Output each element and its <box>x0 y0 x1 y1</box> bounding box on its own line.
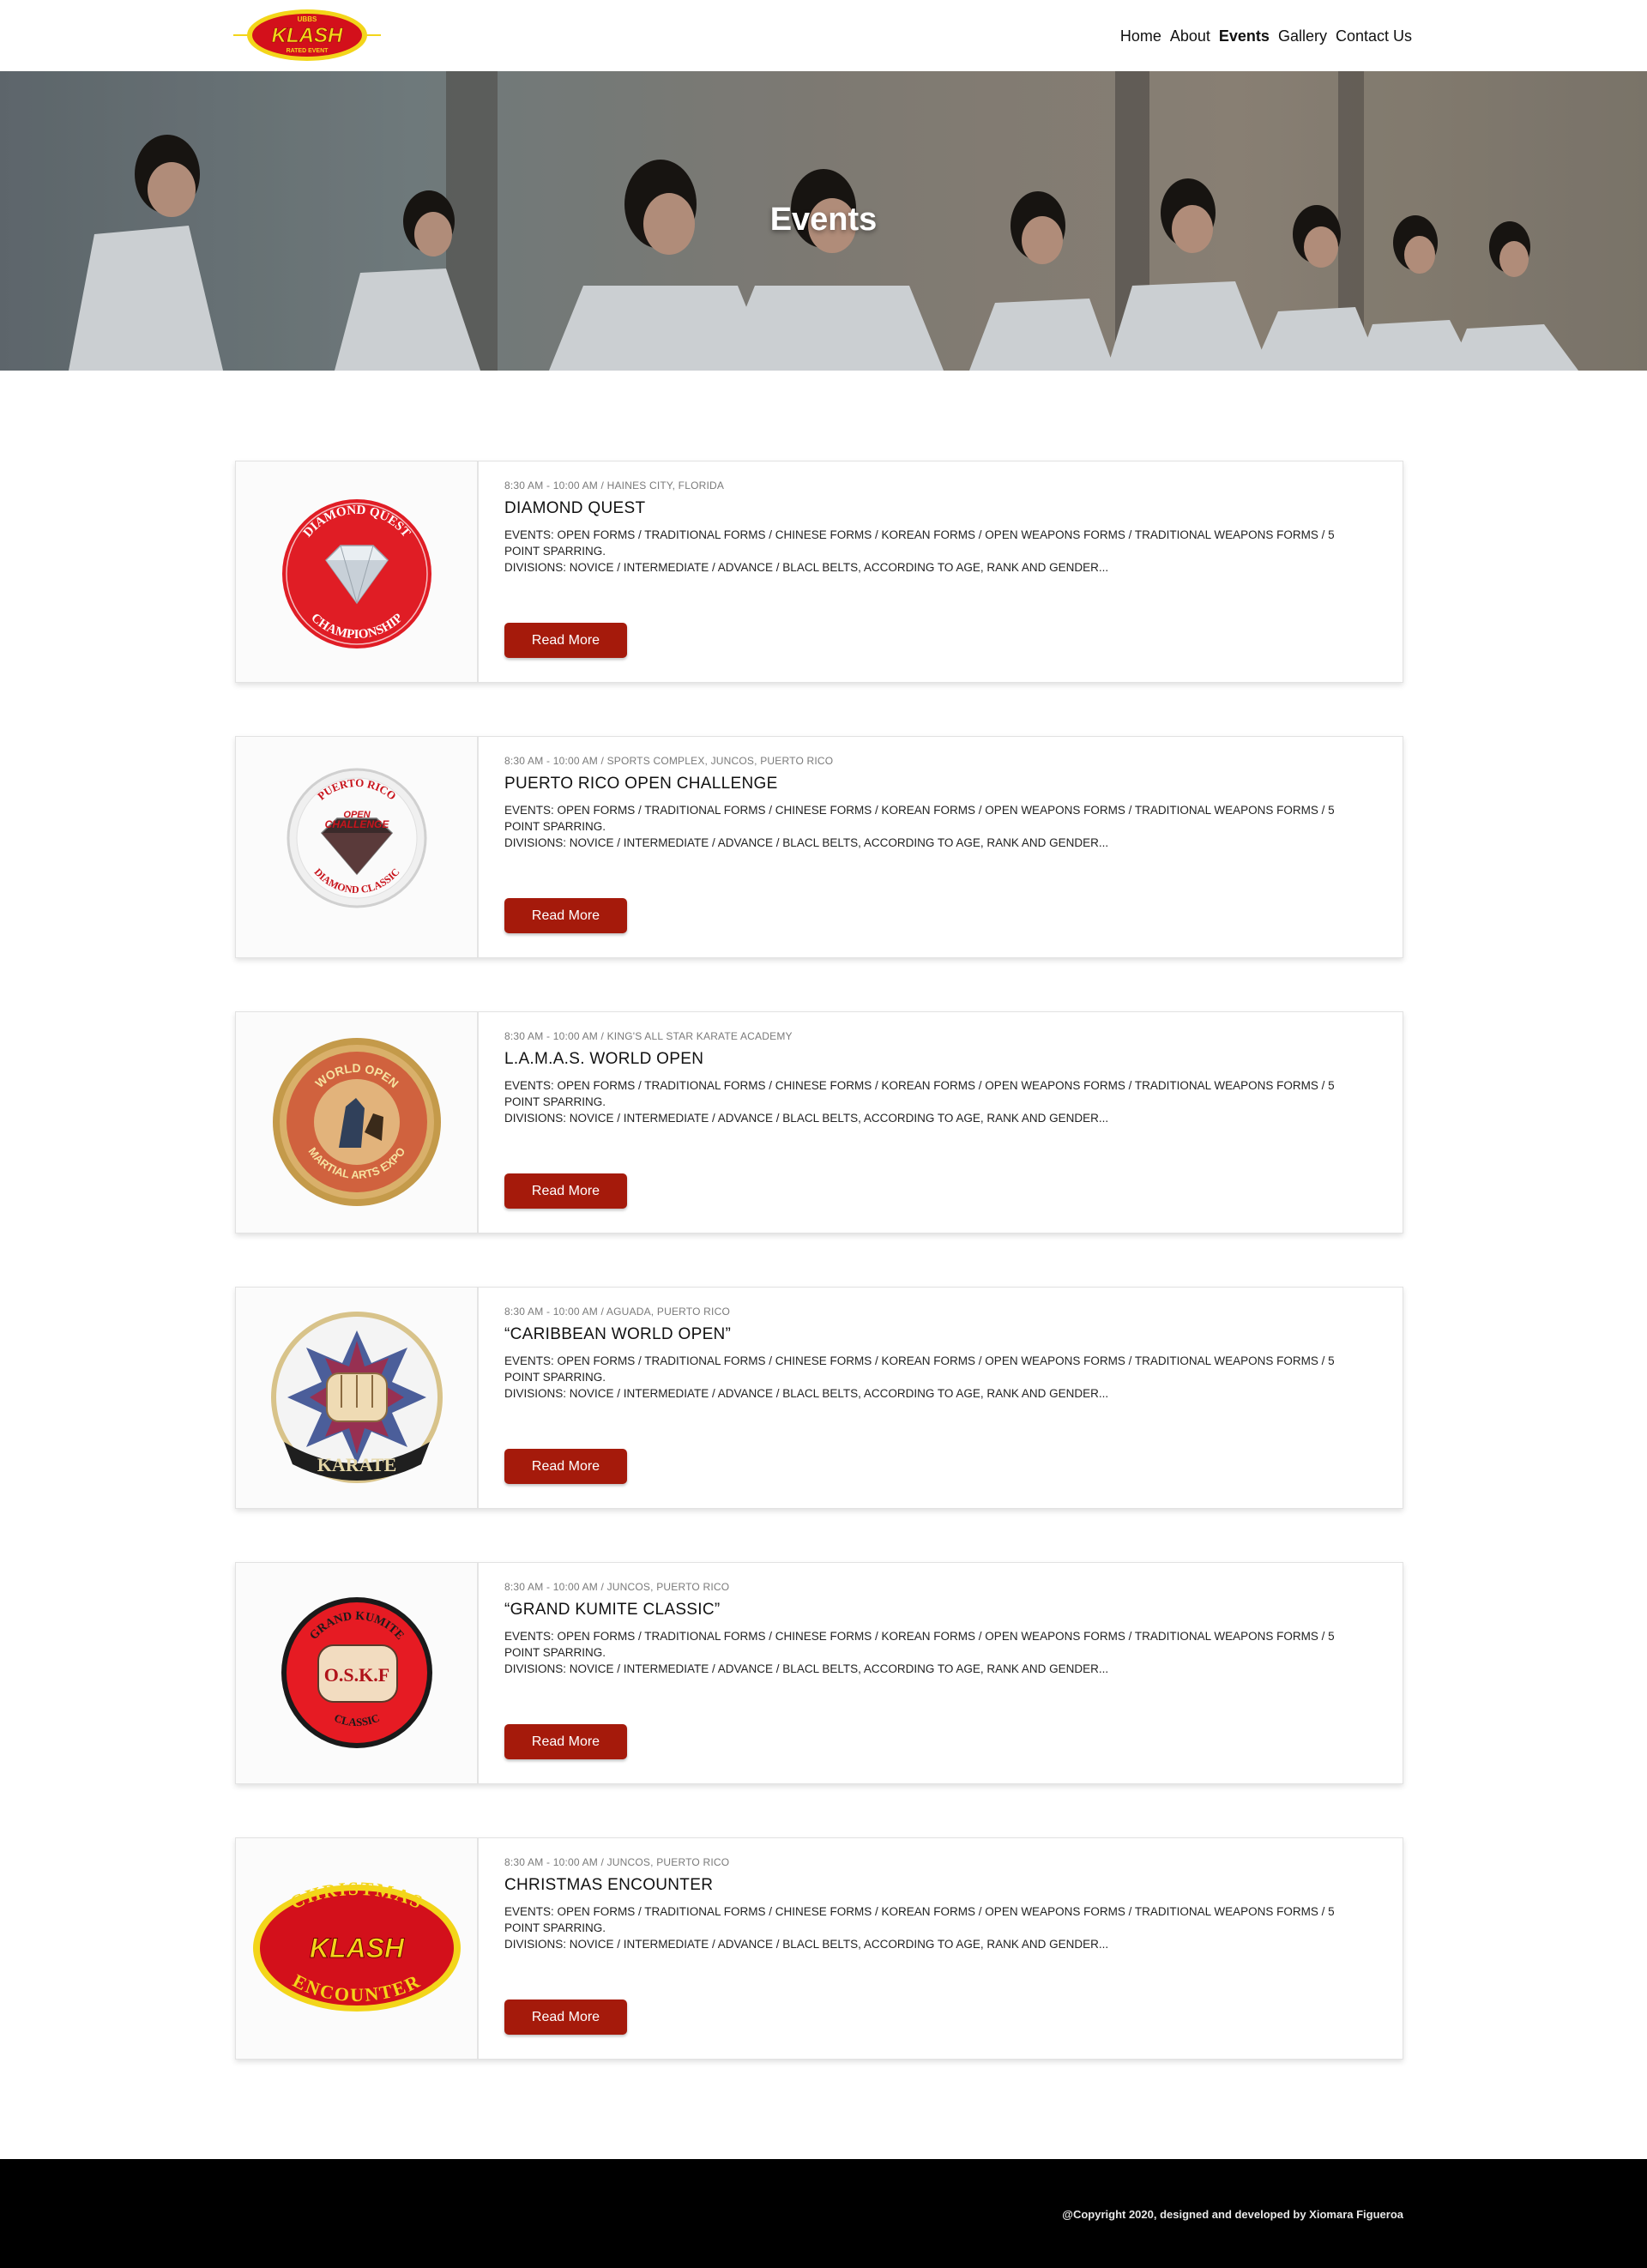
event-description: EVENTS: OPEN FORMS / TRADITIONAL FORMS /… <box>504 802 1371 851</box>
event-divisions-line: DIVISIONS: NOVICE / INTERMEDIATE / ADVAN… <box>504 1112 1109 1125</box>
read-more-button[interactable]: Read More <box>504 1173 627 1209</box>
site-footer: @Copyright 2020, designed and developed … <box>0 2159 1647 2268</box>
page-title: Events <box>769 202 878 238</box>
event-divisions-line: DIVISIONS: NOVICE / INTERMEDIATE / ADVAN… <box>504 1938 1109 1951</box>
event-divisions-line: DIVISIONS: NOVICE / INTERMEDIATE / ADVAN… <box>504 1662 1109 1675</box>
event-card: KARATE 8:30 AM - 10:00 AM / AGUADA, PUER… <box>235 1287 1403 1509</box>
read-more-button[interactable]: Read More <box>504 1724 627 1759</box>
event-title[interactable]: L.A.M.A.S. WORLD OPEN <box>504 1049 1371 1070</box>
logo-main-text: KLASH <box>272 24 343 47</box>
event-image[interactable]: PUERTO RICO OPEN CHALLENGE DIAMOND CLASS… <box>236 737 479 957</box>
event-meta: 8:30 AM - 10:00 AM / AGUADA, PUERTO RICO <box>504 1306 730 1318</box>
logo-bottom-text: RATED EVENT <box>287 48 329 54</box>
event-meta: 8:30 AM - 10:00 AM / KING'S ALL STAR KAR… <box>504 1030 793 1042</box>
logo-top-text: UBBS <box>298 15 317 23</box>
badge-bottom-text: KARATE <box>317 1454 397 1475</box>
event-image[interactable]: WORLD OPEN MARTIAL ARTS EXPO <box>236 1012 479 1233</box>
event-details: 8:30 AM - 10:00 AM / JUNCOS, PUERTO RICO… <box>504 1855 1371 1952</box>
christmas-encounter-logo: CHRISTMAS KLASH ENCOUNTER <box>253 1878 461 2012</box>
event-events-line: EVENTS: OPEN FORMS / TRADITIONAL FORMS /… <box>504 528 1335 558</box>
event-meta: 8:30 AM - 10:00 AM / HAINES CITY, FLORID… <box>504 480 725 492</box>
event-divisions-line: DIVISIONS: NOVICE / INTERMEDIATE / ADVAN… <box>504 836 1109 849</box>
event-description: EVENTS: OPEN FORMS / TRADITIONAL FORMS /… <box>504 1903 1371 1952</box>
event-divisions-line: DIVISIONS: NOVICE / INTERMEDIATE / ADVAN… <box>504 561 1109 574</box>
nav-gallery[interactable]: Gallery <box>1278 26 1327 46</box>
diamond-quest-badge: DIAMOND QUEST CHAMPIONSHIP <box>282 499 431 648</box>
event-divisions-line: DIVISIONS: NOVICE / INTERMEDIATE / ADVAN… <box>504 1387 1109 1400</box>
klash-logo[interactable]: UBBS KLASH RATED EVENT <box>233 7 381 63</box>
event-details: 8:30 AM - 10:00 AM / JUNCOS, PUERTO RICO… <box>504 1580 1371 1677</box>
event-card: PUERTO RICO OPEN CHALLENGE DIAMOND CLASS… <box>235 736 1403 958</box>
badge-mid-text: KLASH <box>310 1933 405 1963</box>
nav-about[interactable]: About <box>1170 26 1210 46</box>
read-more-button[interactable]: Read More <box>504 623 627 658</box>
event-card: CHRISTMAS KLASH ENCOUNTER 8:30 AM - 10:0… <box>235 1837 1403 2060</box>
event-title[interactable]: CHRISTMAS ENCOUNTER <box>504 1875 1371 1896</box>
read-more-button[interactable]: Read More <box>504 898 627 933</box>
event-description: EVENTS: OPEN FORMS / TRADITIONAL FORMS /… <box>504 1077 1371 1126</box>
event-details: 8:30 AM - 10:00 AM / AGUADA, PUERTO RICO… <box>504 1305 1371 1402</box>
badge-mid-text-2: CHALLENGE <box>325 818 390 830</box>
event-image[interactable]: DIAMOND QUEST CHAMPIONSHIP <box>236 461 479 682</box>
event-description: EVENTS: OPEN FORMS / TRADITIONAL FORMS /… <box>504 1628 1371 1677</box>
copyright-text: @Copyright 2020, designed and developed … <box>1062 2208 1403 2221</box>
event-title[interactable]: “CARIBBEAN WORLD OPEN” <box>504 1324 1371 1345</box>
event-title[interactable]: DIAMOND QUEST <box>504 498 1371 519</box>
event-image[interactable]: CHRISTMAS KLASH ENCOUNTER <box>236 1838 479 2059</box>
event-meta: 8:30 AM - 10:00 AM / SPORTS COMPLEX, JUN… <box>504 755 834 767</box>
event-card: WORLD OPEN MARTIAL ARTS EXPO 8:30 AM - 1… <box>235 1011 1403 1234</box>
read-more-button[interactable]: Read More <box>504 1449 627 1484</box>
event-description: EVENTS: OPEN FORMS / TRADITIONAL FORMS /… <box>504 1353 1371 1402</box>
badge-mid-text: O.S.K.F <box>324 1664 389 1686</box>
event-details: 8:30 AM - 10:00 AM / HAINES CITY, FLORID… <box>504 479 1371 576</box>
world-open-medal: WORLD OPEN MARTIAL ARTS EXPO <box>273 1038 441 1206</box>
event-events-line: EVENTS: OPEN FORMS / TRADITIONAL FORMS /… <box>504 1079 1335 1108</box>
event-image[interactable]: KARATE <box>236 1288 479 1508</box>
read-more-button[interactable]: Read More <box>504 2000 627 2035</box>
nav-contact-us[interactable]: Contact Us <box>1336 26 1412 46</box>
event-details: 8:30 AM - 10:00 AM / KING'S ALL STAR KAR… <box>504 1029 1371 1126</box>
event-card: DIAMOND QUEST CHAMPIONSHIP 8:30 AM - 10:… <box>235 461 1403 683</box>
karate-fist-medal: KARATE <box>271 1312 443 1483</box>
puerto-rico-open-badge: PUERTO RICO OPEN CHALLENGE DIAMOND CLASS… <box>287 768 427 908</box>
nav-home[interactable]: Home <box>1120 26 1161 46</box>
event-description: EVENTS: OPEN FORMS / TRADITIONAL FORMS /… <box>504 527 1371 576</box>
event-events-line: EVENTS: OPEN FORMS / TRADITIONAL FORMS /… <box>504 1354 1335 1384</box>
event-meta: 8:30 AM - 10:00 AM / JUNCOS, PUERTO RICO <box>504 1581 730 1593</box>
event-image[interactable]: O.S.K.F GRAND KUMITE CLASSIC <box>236 1563 479 1783</box>
grand-kumite-badge: O.S.K.F GRAND KUMITE CLASSIC <box>281 1597 432 1748</box>
event-events-line: EVENTS: OPEN FORMS / TRADITIONAL FORMS /… <box>504 804 1335 833</box>
event-meta: 8:30 AM - 10:00 AM / JUNCOS, PUERTO RICO <box>504 1856 730 1868</box>
event-events-line: EVENTS: OPEN FORMS / TRADITIONAL FORMS /… <box>504 1905 1335 1934</box>
event-title[interactable]: “GRAND KUMITE CLASSIC” <box>504 1600 1371 1620</box>
event-title[interactable]: PUERTO RICO OPEN CHALLENGE <box>504 774 1371 794</box>
nav-events[interactable]: Events <box>1219 26 1270 46</box>
hero-banner: Events <box>0 71 1647 371</box>
site-header: UBBS KLASH RATED EVENT Home About Events… <box>0 0 1647 71</box>
event-card: O.S.K.F GRAND KUMITE CLASSIC 8:30 AM - 1… <box>235 1562 1403 1784</box>
event-events-line: EVENTS: OPEN FORMS / TRADITIONAL FORMS /… <box>504 1630 1335 1659</box>
main-nav: Home About Events Gallery Contact Us <box>1112 26 1412 46</box>
event-details: 8:30 AM - 10:00 AM / SPORTS COMPLEX, JUN… <box>504 754 1371 851</box>
